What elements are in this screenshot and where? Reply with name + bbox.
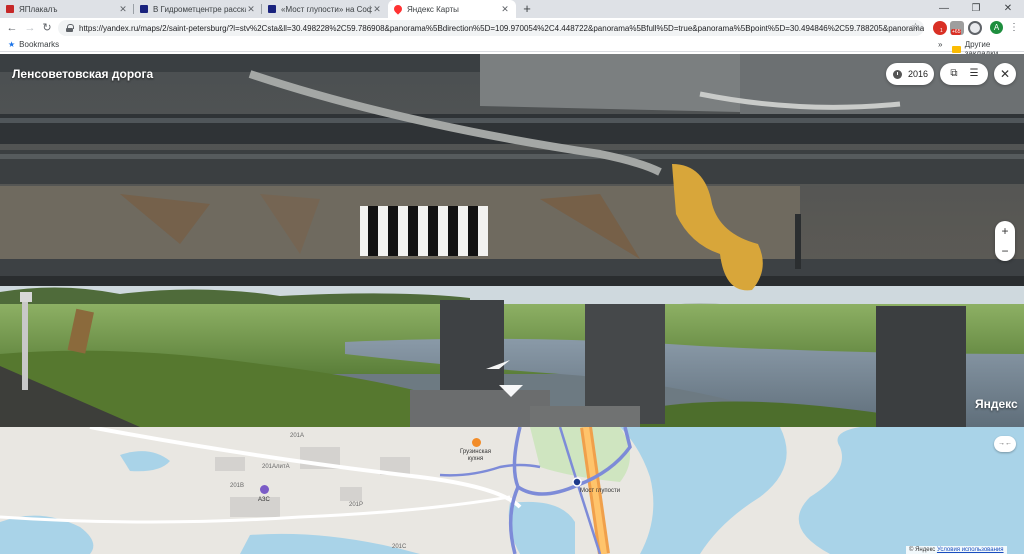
terms-link[interactable]: Условия использования	[937, 547, 1004, 553]
menu-icon[interactable]: ☰	[966, 66, 982, 82]
forward-icon[interactable]: →	[22, 20, 38, 36]
close-icon[interactable]: ✕	[118, 4, 128, 15]
tab-title: В Гидрометцентре рассказали	[153, 4, 246, 14]
browser-toolbar: ← → ↻ https://yandex.ru/maps/2/saint-pet…	[0, 18, 1024, 38]
close-icon[interactable]: ✕	[372, 4, 382, 15]
yandex-logo: Яндекс	[975, 397, 1018, 411]
move-back-arrow-icon[interactable]	[498, 384, 524, 401]
folder-icon	[952, 45, 961, 53]
address-bar[interactable]: https://yandex.ru/maps/2/saint-petersbur…	[58, 20, 924, 36]
tab-title: ЯПлакалъ	[19, 4, 58, 14]
zoom-in-button[interactable]: +	[995, 221, 1015, 241]
tab-title: «Мост глупости» на Софийской	[281, 4, 372, 14]
zoom-control: + −	[995, 221, 1015, 261]
restaurant-label: Грузинская кухня	[460, 449, 491, 462]
map-house-label: 201С	[392, 544, 407, 550]
restaurant-icon[interactable]	[472, 438, 481, 447]
street-panorama[interactable]: Ленсоветовская дорога 2016 ⧉ ☰ ✕ + − Янд…	[0, 54, 1024, 427]
open-external-icon[interactable]: ⧉	[946, 66, 962, 82]
close-panorama-icon[interactable]: ✕	[994, 63, 1016, 85]
bookmark-star-icon[interactable]: ☆	[911, 20, 920, 36]
tab-most-gluposti[interactable]: «Мост глупости» на Софийской ✕	[262, 0, 388, 18]
tab-title: Яндекс Карты	[407, 4, 459, 14]
map-pin-favicon-icon	[392, 3, 404, 15]
news-favicon-icon	[268, 5, 276, 13]
expand-map-icon[interactable]: →←	[994, 436, 1016, 452]
yaplakal-favicon-icon	[6, 5, 14, 13]
bookmarks-label: Bookmarks	[19, 40, 60, 49]
url-text[interactable]: https://yandex.ru/maps/2/saint-petersbur…	[79, 24, 924, 33]
tab-gidromet[interactable]: В Гидрометцентре рассказали ✕	[134, 0, 262, 18]
panorama-actions: ⧉ ☰	[940, 63, 988, 85]
extension-badge: 1	[939, 28, 944, 34]
tab-yandex-maps[interactable]: Яндекс Карты ✕	[388, 0, 516, 18]
chevron-more-icon: »	[938, 40, 943, 49]
gas-station-label: АЗС	[258, 497, 270, 503]
extension-icon[interactable]: +65	[950, 21, 964, 35]
bridge-label: Мост глупости	[580, 488, 621, 494]
bookmarks-bar: ★ Bookmarks » Другие закладки	[0, 38, 1024, 58]
profile-avatar[interactable]: A	[990, 21, 1003, 34]
tab-strip: ЯПлакалъ ✕ В Гидрометцентре рассказали ✕…	[0, 0, 1024, 18]
map-copyright: © Яндекс Условия использования	[906, 546, 1007, 554]
copyright-text: © Яндекс	[909, 547, 936, 553]
news-favicon-icon	[140, 5, 148, 13]
back-icon[interactable]: ←	[4, 20, 20, 36]
new-tab-button[interactable]: +	[520, 2, 534, 16]
map-house-label: 201Р	[349, 502, 364, 508]
restore-icon[interactable]: ❐	[960, 0, 992, 18]
move-forward-arrow-icon[interactable]	[485, 358, 511, 373]
bookmarks-overflow[interactable]: »	[938, 40, 942, 49]
tab-yaplakal[interactable]: ЯПлакалъ ✕	[0, 0, 134, 18]
close-icon[interactable]: ✕	[500, 4, 510, 15]
panorama-year-label: 2016	[908, 69, 929, 79]
panorama-year-button[interactable]: 2016	[886, 63, 934, 85]
window-close-icon[interactable]: ✕	[992, 0, 1024, 18]
gas-station-icon[interactable]	[260, 485, 269, 494]
clock-icon	[893, 69, 902, 79]
bookmarks-apps[interactable]: ★ Bookmarks	[8, 40, 59, 49]
mini-map[interactable]: 201А 201АлитА 201В 201Р 201С АЗС Грузинс…	[0, 427, 1024, 554]
lock-icon	[66, 24, 74, 32]
map-house-label: 201АлитА	[262, 464, 290, 470]
close-icon[interactable]: ✕	[246, 4, 256, 15]
minimize-icon[interactable]: —	[928, 0, 960, 18]
extension-icon[interactable]: 1	[933, 21, 947, 35]
menu-kebab-icon[interactable]: ⋮	[1009, 20, 1019, 36]
extension-icon[interactable]	[968, 21, 982, 35]
reload-icon[interactable]: ↻	[39, 20, 55, 36]
zoom-out-button[interactable]: −	[995, 241, 1015, 261]
map-image	[0, 427, 1024, 554]
bookmark-star-icon: ★	[8, 40, 16, 49]
panorama-image	[0, 54, 1024, 427]
map-house-label: 201В	[230, 483, 245, 489]
panorama-title: Ленсоветовская дорога	[12, 67, 154, 81]
map-house-label: 201А	[290, 433, 305, 439]
extension-badge: +65	[951, 29, 962, 35]
